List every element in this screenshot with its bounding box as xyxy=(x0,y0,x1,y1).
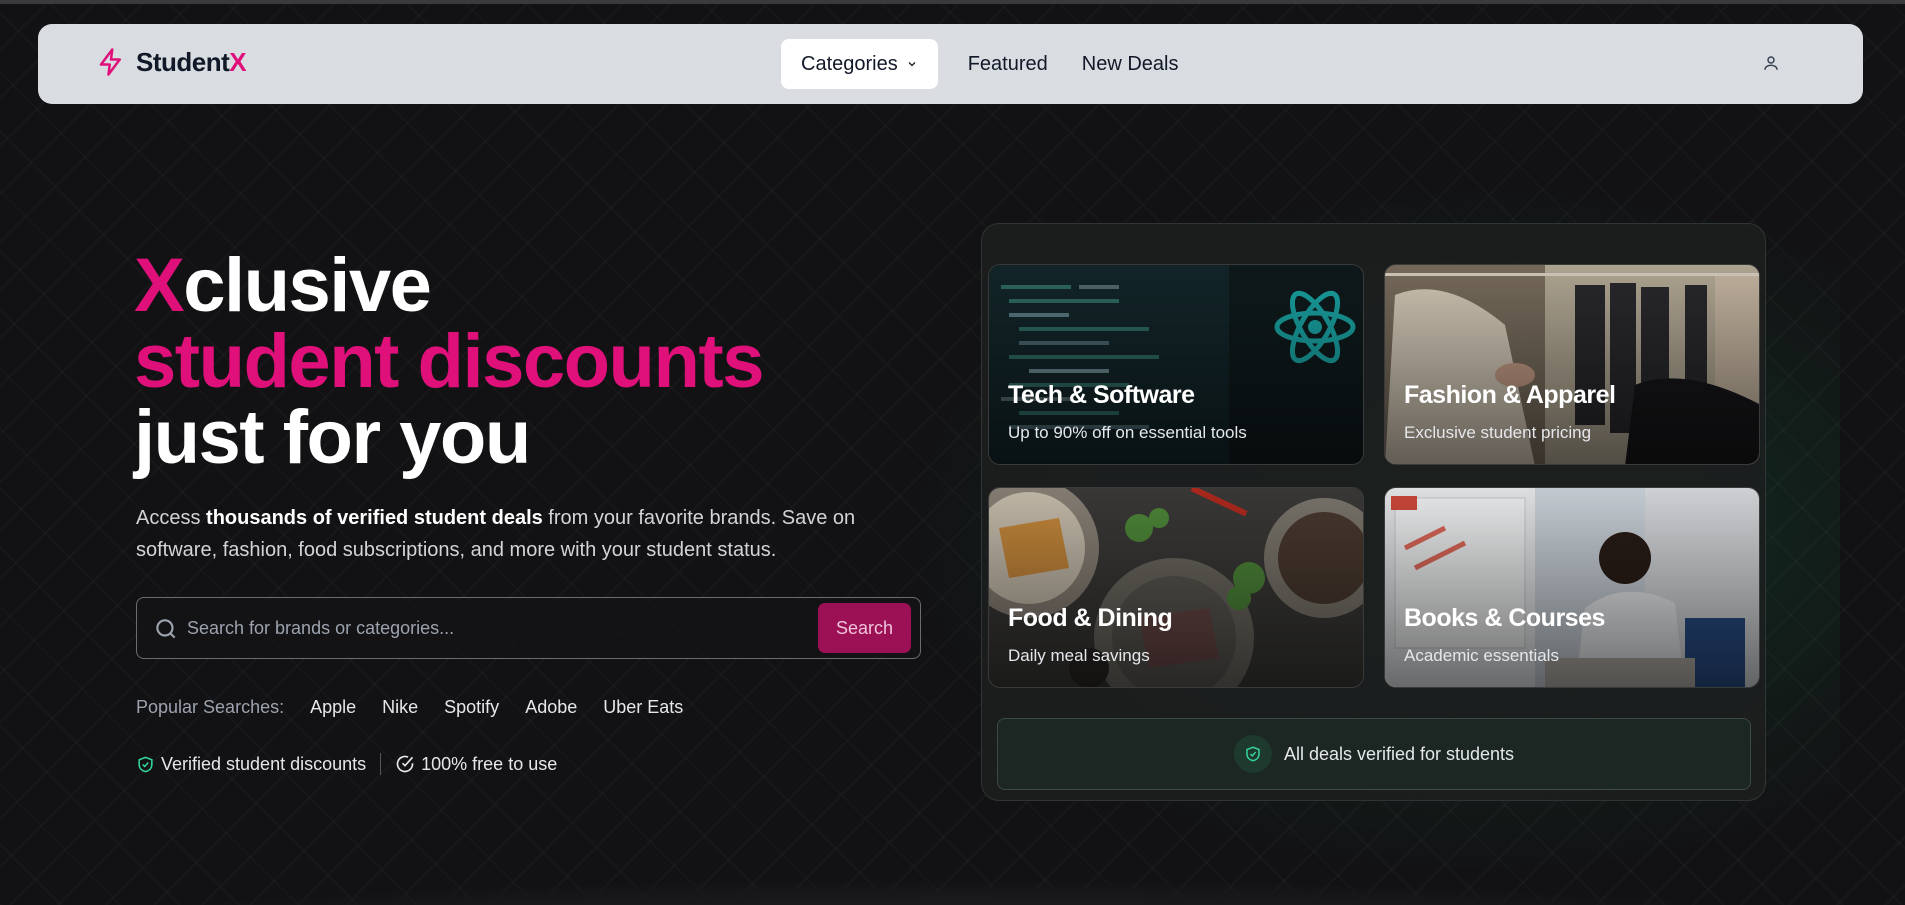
chevron-down-icon xyxy=(908,62,916,67)
search-icon xyxy=(156,619,176,639)
hero-title-line3: just for you xyxy=(134,395,531,480)
window-top-border xyxy=(0,0,1905,4)
shield-check-icon xyxy=(1246,746,1260,762)
hero-description-emphasis: thousands of verified student deals xyxy=(206,507,543,529)
category-card-tech[interactable]: Tech & Software Up to 90% off on essenti… xyxy=(988,264,1364,465)
card-subtitle: Daily meal savings xyxy=(1008,646,1150,665)
hero-title-line2: student discounts xyxy=(134,319,764,404)
user-icon xyxy=(1764,56,1778,70)
category-card-books[interactable]: Books & Courses Academic essentials xyxy=(1384,487,1760,688)
card-subtitle: Exclusive student pricing xyxy=(1404,423,1592,442)
search-input[interactable] xyxy=(187,608,747,648)
nav-new-deals-link[interactable]: New Deals xyxy=(1066,39,1195,89)
card-subtitle: Up to 90% off on essential tools xyxy=(1008,423,1247,442)
search-bar: Search xyxy=(136,597,921,659)
check-circle-icon xyxy=(396,755,414,773)
category-card-food[interactable]: Food & Dining Daily meal savings xyxy=(988,487,1364,688)
lightning-icon xyxy=(99,48,121,76)
shield-check-icon xyxy=(138,756,153,772)
category-panel: Tech & Software Up to 90% off on essenti… xyxy=(981,223,1766,801)
logo-text: StudentX xyxy=(136,46,247,77)
nav-categories-button[interactable]: Categories xyxy=(781,39,938,89)
card-title: Food & Dining xyxy=(1008,604,1173,632)
popular-search-uber-eats[interactable]: Uber Eats xyxy=(597,695,689,720)
hero-description: Access thousands of verified student dea… xyxy=(136,507,856,561)
hero-title-line1: Xclusive xyxy=(134,243,432,328)
popular-search-apple[interactable]: Apple xyxy=(304,695,362,720)
card-title: Fashion & Apparel xyxy=(1404,381,1616,409)
navbar: StudentX Categories Featured New Deals xyxy=(38,24,1863,104)
hero-title: Xclusive student discounts just for you xyxy=(134,243,764,480)
nav-featured-link[interactable]: Featured xyxy=(952,39,1064,89)
popular-searches: Popular Searches: Apple Nike Spotify Ado… xyxy=(136,695,689,720)
verified-banner-text: All deals verified for students xyxy=(1283,743,1515,764)
category-card-fashion[interactable]: Fashion & Apparel Exclusive student pric… xyxy=(1384,264,1760,465)
trust-item-free: 100% free to use xyxy=(395,754,557,775)
logo[interactable]: StudentX xyxy=(96,46,247,78)
verified-banner: All deals verified for students xyxy=(997,718,1751,790)
main-nav: Categories Featured New Deals xyxy=(781,39,1194,89)
popular-search-nike[interactable]: Nike xyxy=(376,695,424,720)
trust-divider xyxy=(380,753,382,775)
trust-item-verified: Verified student discounts xyxy=(136,754,366,775)
verified-badge xyxy=(1233,735,1272,773)
search-button[interactable]: Search xyxy=(818,603,911,653)
popular-search-spotify[interactable]: Spotify xyxy=(438,695,505,720)
card-title: Tech & Software xyxy=(1008,381,1195,409)
card-subtitle: Academic essentials xyxy=(1404,646,1559,665)
bottom-section-edge xyxy=(0,880,1905,905)
popular-searches-label: Popular Searches: xyxy=(136,697,285,717)
user-account-button[interactable] xyxy=(1756,48,1786,78)
card-title: Books & Courses xyxy=(1404,604,1605,632)
popular-search-adobe[interactable]: Adobe xyxy=(519,695,583,720)
trust-indicators: Verified student discounts 100% free to … xyxy=(136,753,557,775)
